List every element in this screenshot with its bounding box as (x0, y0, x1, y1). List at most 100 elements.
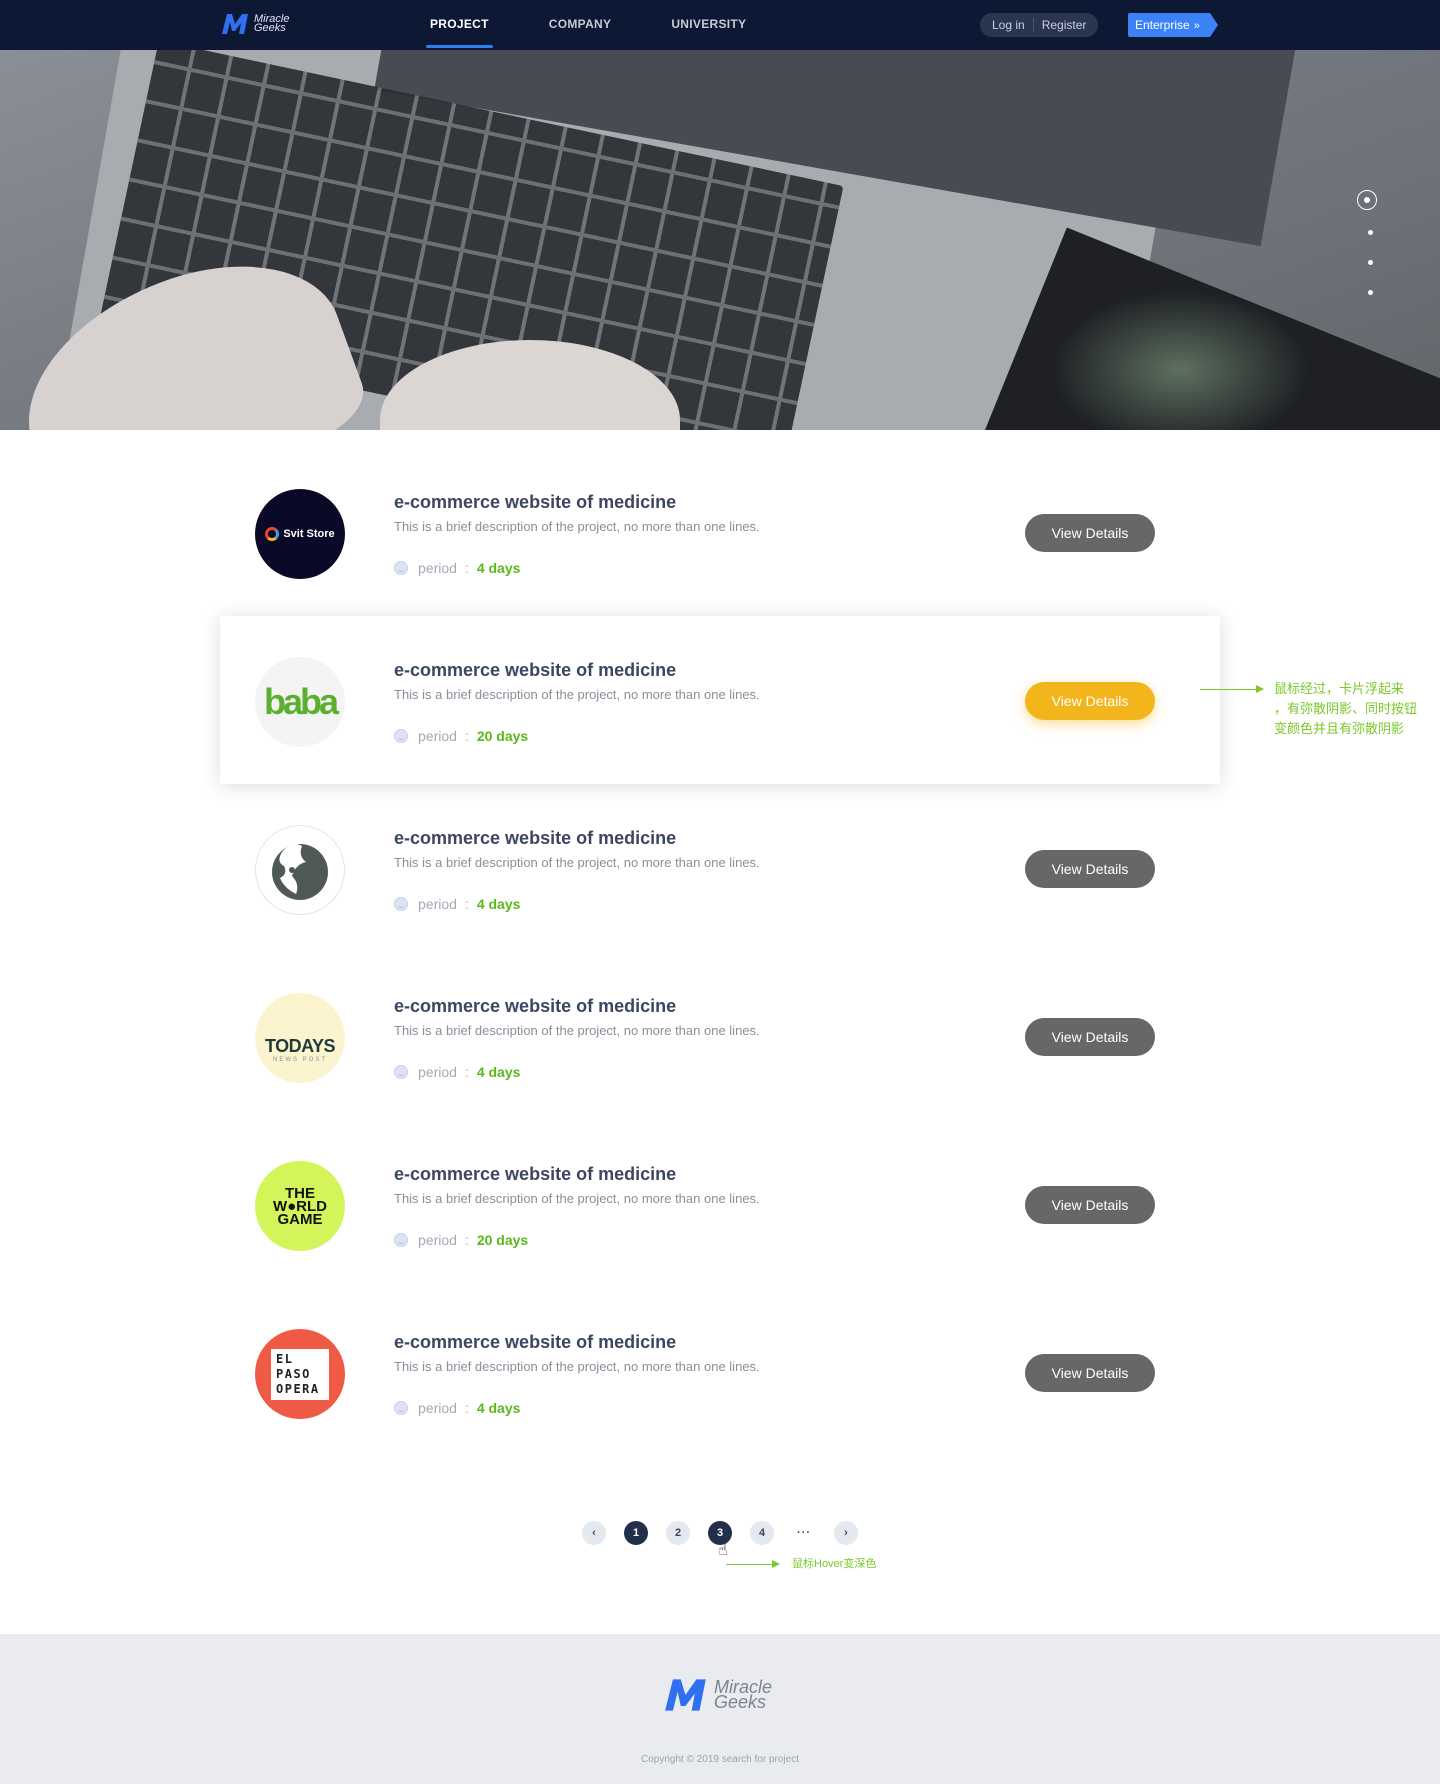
project-period: period : 4 days (394, 1400, 520, 1416)
next-page-button[interactable]: › (834, 1521, 858, 1545)
top-navbar: Miracle Geeks PROJECT COMPANY UNIVERSITY… (0, 0, 1440, 50)
period-separator: : (464, 1064, 469, 1080)
register-link[interactable]: Register (1042, 18, 1087, 32)
view-details-button[interactable]: View Details (1025, 514, 1155, 552)
project-card[interactable]: e-commerce website of medicine This is a… (220, 784, 1220, 952)
period-label: period (418, 728, 457, 744)
period-value: 4 days (476, 560, 521, 576)
project-title[interactable]: e-commerce website of medicine (394, 492, 676, 513)
logo-word-2: Geeks (254, 22, 286, 34)
the-world-game-logo: THE W●RLD GAME (255, 1161, 345, 1251)
view-details-button[interactable]: View Details (1025, 850, 1155, 888)
view-details-button[interactable]: View Details (1025, 682, 1155, 720)
carousel-dot-3[interactable] (1368, 260, 1373, 265)
prev-page-button[interactable]: ‹ (582, 1521, 606, 1545)
page-button-4[interactable]: 4 (750, 1521, 774, 1545)
period-label: period (418, 1232, 457, 1248)
hero-banner (0, 50, 1440, 430)
footer-logo[interactable]: Miracle Geeks (662, 1676, 772, 1714)
period-label: period (418, 560, 457, 576)
project-description: This is a brief description of the proje… (394, 519, 760, 534)
period-label: period (418, 1064, 457, 1080)
logo-text: THE W●RLD GAME (272, 1184, 328, 1228)
project-title[interactable]: e-commerce website of medicine (394, 828, 676, 849)
project-period: period : 4 days (394, 560, 520, 576)
project-period: period : 20 days (394, 728, 528, 744)
nav-link-university[interactable]: UNIVERSITY (649, 0, 768, 50)
period-separator: : (464, 728, 469, 744)
project-description: This is a brief description of the proje… (394, 1191, 760, 1206)
svit-store-logo: Svit Store (255, 489, 345, 579)
nav-link-project[interactable]: PROJECT (408, 0, 511, 50)
project-period: period : 20 days (394, 1232, 528, 1248)
footer: Miracle Geeks Copyright © 2019 search fo… (0, 1634, 1440, 1784)
period-separator: : (464, 896, 469, 912)
smiley-icon (394, 1401, 408, 1415)
auth-pill: Log in Register (980, 13, 1099, 37)
footer-logo-word-2: Geeks (714, 1692, 767, 1712)
pagination-ellipsis: ··· (797, 1527, 811, 1539)
project-description: This is a brief description of the proje… (394, 687, 760, 702)
logo-subtext: NEWS POST (272, 1056, 327, 1063)
period-separator: : (464, 1400, 469, 1416)
project-card[interactable]: TODAYS NEWS POST e-commerce website of m… (220, 952, 1220, 1120)
period-value: 20 days (476, 728, 529, 744)
period-separator: : (464, 560, 469, 576)
project-description: This is a brief description of the proje… (394, 1023, 760, 1038)
annotation-line-3: 变颜色并且有弥散阴影 (1274, 721, 1405, 736)
nav-link-company[interactable]: COMPANY (527, 0, 634, 50)
enterprise-label: Enterprise (1135, 18, 1190, 32)
double-chevron-right-icon: » (1193, 20, 1200, 32)
period-separator: : (464, 1232, 469, 1248)
login-link[interactable]: Log in (992, 18, 1025, 32)
smiley-icon (394, 1233, 408, 1247)
project-card[interactable]: THE W●RLD GAME e-commerce website of med… (220, 1120, 1220, 1288)
smiley-icon (394, 897, 408, 911)
annotation-arrow (726, 1560, 780, 1568)
project-period: period : 4 days (394, 896, 520, 912)
smiley-icon (394, 561, 408, 575)
project-title[interactable]: e-commerce website of medicine (394, 660, 676, 681)
todays-news-post-logo: TODAYS NEWS POST (255, 993, 345, 1083)
swirl-icon (265, 527, 280, 541)
logo-text: TODAYS (264, 1035, 336, 1056)
hand-cursor-icon: ☝ (718, 1542, 728, 1559)
period-label: period (418, 1400, 457, 1416)
project-card[interactable]: Svit Store e-commerce website of medicin… (220, 448, 1220, 616)
page-button-1[interactable]: 1 (624, 1521, 648, 1545)
auth-divider (1032, 18, 1034, 32)
carousel-dot-4[interactable] (1368, 290, 1373, 295)
project-title[interactable]: e-commerce website of medicine (394, 1164, 676, 1185)
smiley-icon (394, 729, 408, 743)
project-description: This is a brief description of the proje… (394, 855, 760, 870)
page-button-2[interactable]: 2 (666, 1521, 690, 1545)
project-list: Svit Store e-commerce website of medicin… (220, 448, 1220, 1456)
copyright-text: Copyright © 2019 search for project (640, 1754, 799, 1765)
project-card[interactable]: EL PASO OPERA e-commerce website of medi… (220, 1288, 1220, 1456)
el-paso-opera-logo: EL PASO OPERA (255, 1329, 345, 1419)
project-description: This is a brief description of the proje… (394, 1359, 760, 1374)
period-value: 4 days (476, 1064, 521, 1080)
m-logo-icon (222, 14, 248, 34)
project-title[interactable]: e-commerce website of medicine (394, 1332, 676, 1353)
carousel-dot-2[interactable] (1368, 230, 1373, 235)
view-details-button[interactable]: View Details (1025, 1018, 1155, 1056)
period-value: 20 days (476, 1232, 529, 1248)
logo-text: baba (263, 681, 339, 722)
project-title[interactable]: e-commerce website of medicine (394, 996, 676, 1017)
lion-head-icon (272, 844, 328, 900)
annotation-line-2: ，有弥散阴影、同时按钮 (1274, 701, 1418, 716)
logo-text: Svit Store (283, 528, 335, 540)
miracle-geeks-logo[interactable]: Miracle Geeks (220, 12, 289, 36)
lion-logo (255, 825, 345, 915)
project-card-hovered[interactable]: baba e-commerce website of medicine This… (220, 616, 1220, 784)
m-logo-icon (665, 1679, 706, 1711)
enterprise-button[interactable]: Enterprise» (1128, 13, 1218, 37)
view-details-button[interactable]: View Details (1025, 1186, 1155, 1224)
logo-text: EL PASO OPERA (271, 1348, 329, 1400)
annotation-arrow (1200, 685, 1264, 693)
carousel-dots (1357, 190, 1377, 320)
view-details-button[interactable]: View Details (1025, 1354, 1155, 1392)
pagination: ‹ 1 2 3 4 ··· › (582, 1521, 876, 1545)
carousel-dot-1[interactable] (1357, 190, 1377, 210)
